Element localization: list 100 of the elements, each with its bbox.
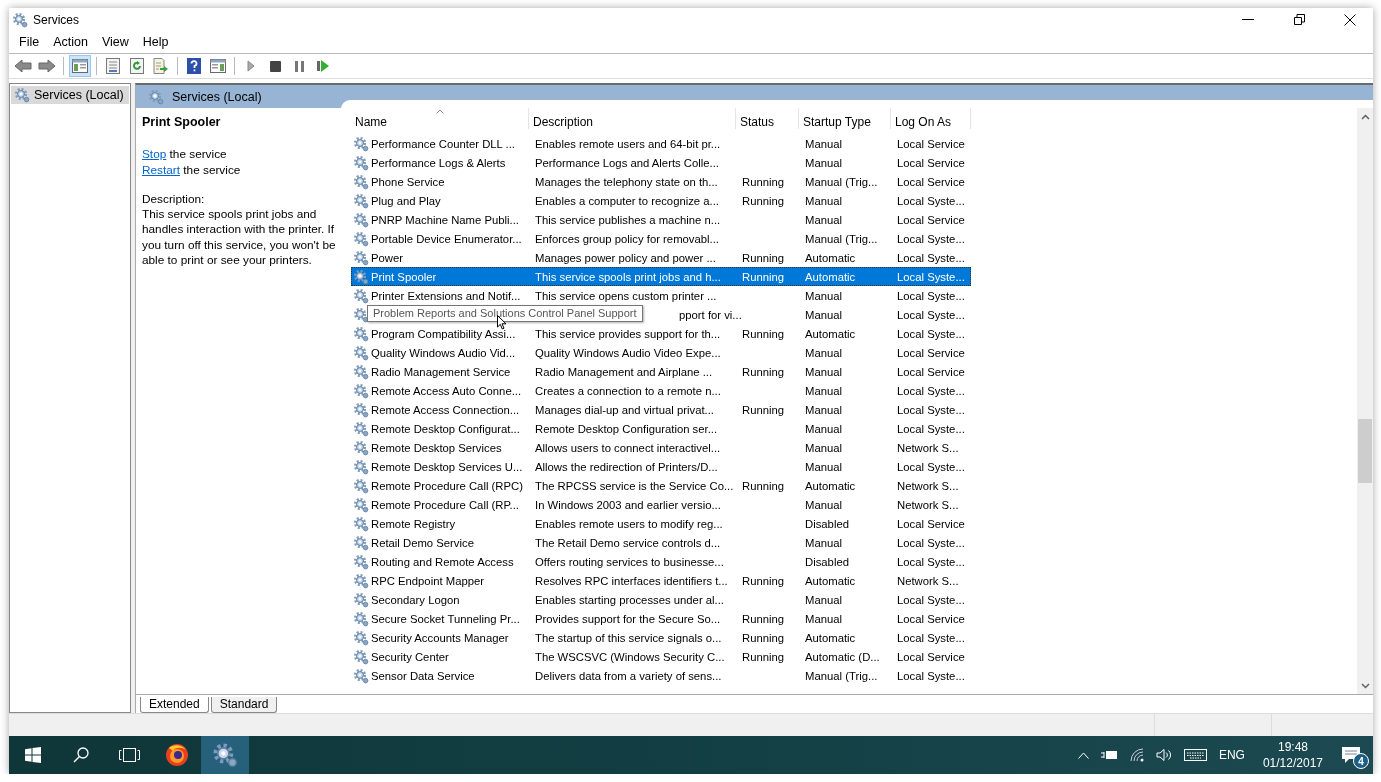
table-row[interactable]: Performance Logs & Alerts Performance Logs and Alerts Colle... Manual Local Service <box>351 153 971 172</box>
menu-item[interactable]: Action <box>46 35 95 49</box>
table-row[interactable]: Remote Registry Enables remote users to modify reg... Disabled Local Service <box>351 514 971 533</box>
service-gear-icon <box>353 553 369 570</box>
table-row[interactable]: Print Spooler This service spools print jobs and h... Running Automatic Local Syste... <box>351 267 971 286</box>
table-cell: Manual <box>805 194 843 207</box>
wifi-icon[interactable] <box>1129 748 1144 762</box>
table-cell: Remote Access Auto Conne... <box>371 384 522 397</box>
language-indicator[interactable]: ENG <box>1218 748 1245 762</box>
table-row[interactable]: Remote Procedure Call (RPC) The RPCSS service is the Service Co... Running Automatic Network S... <box>351 476 971 495</box>
table-row[interactable]: Secure Socket Tunneling Pr... Provides support for the Secure So... Running Manual Local Service <box>351 609 971 628</box>
table-row[interactable]: Remote Procedure Call (RP... In Windows 2003 and earlier versio... Manual Network S... <box>351 495 971 514</box>
vertical-scrollbar[interactable] <box>1357 108 1373 694</box>
search-icon[interactable] <box>73 747 89 763</box>
browser-icon[interactable] <box>165 743 189 767</box>
task-view-icon[interactable] <box>118 747 140 763</box>
table-row[interactable]: Remote Desktop Configurat... Remote Desktop Configuration ser... Manual Local Syste... <box>351 419 971 438</box>
properties-icon <box>106 58 120 74</box>
action-link[interactable]: Restart <box>142 162 181 177</box>
table-row[interactable]: RPC Endpoint Mapper Resolves RPC interfaces identifiers t... Running Automatic Network S... <box>351 571 971 590</box>
table-row[interactable]: PNRP Machine Name Publi... This service publishes a machine n... Manual Local Service <box>351 210 971 229</box>
table-cell: Network S... <box>897 574 959 587</box>
table-row[interactable]: Performance Counter DLL ... Enables remote users and 64-bit pr... Manual Local Service <box>351 134 971 153</box>
table-cell: Local Syste... <box>897 289 965 302</box>
table-row[interactable]: Printer Extensions and Notif... This service opens custom printer ... Manual Local Syste... <box>351 286 971 305</box>
table-cell: This service provides support for th... <box>535 327 721 340</box>
table-cell: Local Service <box>897 612 965 625</box>
table-cell: Automatic <box>805 574 856 587</box>
help-icon <box>187 58 201 74</box>
table-row[interactable]: Program Compatibility Assi... This service provides support for th... Running Automatic Local Syste... <box>351 324 971 343</box>
clock[interactable]: 19:48 01/12/2017 <box>1262 739 1323 771</box>
keyboard-icon[interactable] <box>1183 749 1207 761</box>
scroll-up-icon[interactable] <box>1360 113 1370 120</box>
table-cell: Allows users to connect interactivel... <box>535 441 721 454</box>
table-row[interactable]: Remote Desktop Services U... Allows the redirection of Printers/D... Manual Local Syste... <box>351 457 971 476</box>
table-row[interactable]: Plug and Play Enables a computer to recognize a... Running Manual Local Syste... <box>351 191 971 210</box>
table-cell: Local Syste... <box>897 631 965 644</box>
table-row[interactable]: Retail Demo Service The Retail Demo service controls d... Manual Local Syste... <box>351 533 971 552</box>
scrollbar-thumb[interactable] <box>1358 419 1372 483</box>
menu-item[interactable]: View <box>94 35 136 49</box>
table-row[interactable]: Routing and Remote Access Offers routing services to businesse... Disabled Local Syste... <box>351 552 971 571</box>
column-header[interactable]: Description <box>529 108 736 129</box>
service-gear-icon <box>353 477 369 494</box>
menu-item[interactable]: Help <box>135 35 176 49</box>
table-cell: Running <box>742 479 785 492</box>
table-row[interactable]: Problem Reports and Solutions Control Panel Support pport for vi... Manual Local Syste... <box>351 305 971 324</box>
table-row[interactable]: Quality Windows Audio Vid... Quality Windows Audio Video Expe... Manual Local Service <box>351 343 971 362</box>
table-cell: Manual <box>805 213 843 226</box>
table-row[interactable]: Remote Access Connection... Manages dial-up and virtual privat... Running Manual Local Syste... <box>351 400 971 419</box>
column-header[interactable]: Startup Type <box>799 108 891 129</box>
table-row[interactable]: Remote Desktop Services Allows users to connect interactivel... Manual Network S... <box>351 438 971 457</box>
service-title: Print Spooler <box>142 115 222 131</box>
view-tab[interactable]: Standard <box>210 697 278 713</box>
table-row[interactable]: Portable Device Enumerator... Enforces group policy for removabl... Manual (Trig... Local Syste... <box>351 229 971 248</box>
column-header[interactable]: Status <box>736 108 799 129</box>
service-gear-icon <box>353 306 369 323</box>
volume-icon[interactable] <box>1155 748 1172 762</box>
start-windows-icon[interactable] <box>25 747 41 763</box>
service-gear-icon <box>353 496 369 513</box>
table-cell: RPC Endpoint Mapper <box>371 574 485 587</box>
service-gear-icon <box>353 401 369 418</box>
menu-item[interactable]: File <box>12 35 47 49</box>
table-row[interactable]: Sensor Data Service Delivers data from a variety of sens... Manual (Trig... Local Syste... <box>351 666 971 685</box>
service-gear-icon <box>353 230 369 247</box>
table-cell: Local Syste... <box>897 251 965 264</box>
table-cell: Delivers data from a variety of sens... <box>535 669 722 682</box>
services-gear-icon[interactable] <box>212 742 238 768</box>
action-link[interactable]: Stop <box>142 147 167 162</box>
description-text: This service spools print jobs and handles interaction with the printer. If you turn off this service, you won't be able to print or see your printers. <box>142 207 337 269</box>
tree-item[interactable]: Services (Local) <box>11 86 129 104</box>
action-sentence: Restart the service <box>142 162 242 178</box>
play-icon <box>247 60 255 72</box>
view-tab[interactable]: Extended <box>140 697 209 713</box>
column-header[interactable]: Name <box>351 108 529 129</box>
table-cell: Running <box>742 270 785 283</box>
table-cell: Enables remote users to modify reg... <box>535 517 723 530</box>
service-gear-icon <box>353 382 369 399</box>
table-row[interactable]: Radio Management Service Radio Management and Airplane ... Running Manual Local Service <box>351 362 971 381</box>
toolbar-button[interactable] <box>69 55 91 77</box>
scroll-down-icon[interactable] <box>1360 682 1370 689</box>
table-cell: Enables starting processes under al... <box>535 593 724 606</box>
column-header[interactable]: Log On As <box>891 108 971 129</box>
table-cell: The startup of this service signals o... <box>535 631 722 644</box>
table-cell: Print Spooler <box>371 270 437 283</box>
table-row[interactable]: Remote Access Auto Conne... Creates a connection to a remote n... Manual Local Syste... <box>351 381 971 400</box>
table-cell: Power <box>371 251 404 264</box>
table-cell: Local Syste... <box>897 327 965 340</box>
table-cell: Sensor Data Service <box>371 669 475 682</box>
table-row[interactable]: Security Center The WSCSVC (Windows Security C... Running Automatic (D... Local Service <box>351 647 971 666</box>
table-cell: Disabled <box>805 555 849 568</box>
table-cell: Manual <box>805 346 843 359</box>
table-row[interactable]: Power Manages power policy and power ... Running Automatic Local Syste... <box>351 248 971 267</box>
show-hidden-icons-caret-icon[interactable] <box>1077 751 1089 759</box>
table-row[interactable]: Secondary Logon Enables starting processes under al... Manual Local Syste... <box>351 590 971 609</box>
table-row[interactable]: Security Accounts Manager The startup of this service signals o... Running Automatic Local Syste... <box>351 628 971 647</box>
services-gear-icon <box>14 87 30 103</box>
table-cell: Remote Desktop Services U... <box>371 460 523 473</box>
battery-icon[interactable] <box>1100 750 1118 760</box>
table-row[interactable]: Phone Service Manages the telephony state on th... Running Manual (Trig... Local Service <box>351 172 971 191</box>
table-cell: In Windows 2003 and earlier versio... <box>535 498 721 511</box>
